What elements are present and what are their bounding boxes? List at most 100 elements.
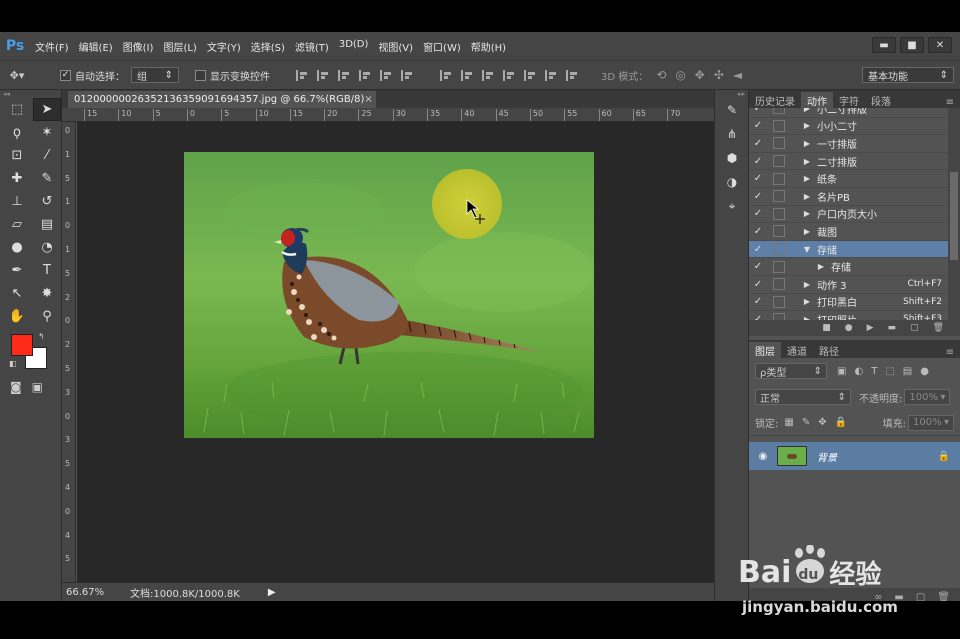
panel-menu-icon[interactable]: ≡: [946, 97, 960, 108]
brush-settings-icon[interactable]: ⋔: [715, 122, 749, 146]
expand-right-icon[interactable]: ▶: [801, 209, 813, 218]
menu-item-8[interactable]: 视图(V): [373, 39, 418, 54]
action-enabled-check-icon[interactable]: ✓: [749, 296, 767, 307]
filter-shape-icon[interactable]: ⬚: [885, 366, 894, 377]
action-dialog-toggle[interactable]: [773, 190, 785, 203]
tab-character[interactable]: 字符: [833, 92, 865, 108]
action-row[interactable]: ✓ ▶ 户口内页大小: [749, 205, 948, 224]
menu-item-3[interactable]: 图层(L): [158, 39, 201, 54]
type-tool-icon[interactable]: T: [33, 259, 61, 282]
action-dialog-toggle[interactable]: [773, 313, 785, 320]
brush-tool-icon[interactable]: ✎: [33, 167, 61, 190]
shape-tool-icon[interactable]: ✸: [33, 282, 61, 305]
distribute-vcenter-icon[interactable]: [461, 69, 474, 81]
properties-icon[interactable]: ⌖: [715, 194, 749, 218]
pen-tool-icon[interactable]: ✒: [3, 259, 31, 282]
action-enabled-check-icon[interactable]: ✓: [749, 108, 767, 114]
minimize-button[interactable]: ▬: [872, 37, 896, 53]
move-tool-icon[interactable]: ➤: [33, 98, 61, 121]
move-tool-preset-icon[interactable]: ✥▾: [0, 65, 34, 85]
scale-3d-icon[interactable]: ◄: [733, 68, 742, 82]
tab-actions[interactable]: 动作: [801, 92, 833, 108]
layer-row-background[interactable]: ◉ 背景 🔒: [749, 442, 960, 470]
gradient-tool-icon[interactable]: ▤: [33, 213, 61, 236]
filter-adjust-icon[interactable]: ◐: [854, 366, 863, 377]
document-image[interactable]: [184, 152, 594, 438]
distribute-right-icon[interactable]: [545, 69, 558, 81]
new-set-icon[interactable]: ▬: [888, 323, 897, 333]
align-hcenter-icon[interactable]: [380, 69, 393, 81]
tab-close-icon[interactable]: ×: [364, 94, 372, 105]
eraser-tool-icon[interactable]: ▱: [3, 213, 31, 236]
action-enabled-check-icon[interactable]: ✓: [749, 156, 767, 167]
action-dialog-toggle[interactable]: [773, 172, 785, 185]
stop-icon[interactable]: ■: [822, 323, 831, 333]
distribute-hcenter-icon[interactable]: [524, 69, 537, 81]
action-row[interactable]: ✓ ▶ 动作 3 Ctrl+F7: [749, 275, 948, 294]
action-row[interactable]: ✓ ▶ 打印黑白 Shift+F2: [749, 293, 948, 312]
canvas-area[interactable]: [77, 122, 714, 582]
align-bottom-icon[interactable]: [338, 69, 351, 81]
marquee-tool-icon[interactable]: ⬚: [3, 98, 31, 121]
align-top-icon[interactable]: [296, 69, 309, 81]
maximize-button[interactable]: ■: [900, 37, 924, 53]
action-enabled-check-icon[interactable]: ✓: [749, 120, 767, 131]
distribute-bottom-icon[interactable]: [482, 69, 495, 81]
action-row[interactable]: ✓ ▶ 一寸排版: [749, 135, 948, 153]
action-row[interactable]: ✓ ▼ 存储: [749, 240, 948, 259]
action-row[interactable]: ✓ ▶ 纸条: [749, 170, 948, 188]
action-row[interactable]: ✓ ▶ 小小二寸: [749, 117, 948, 136]
tab-history[interactable]: 历史记录: [749, 92, 801, 108]
default-colors-icon[interactable]: ◧: [9, 359, 17, 368]
filter-toggle-icon[interactable]: ●: [920, 366, 929, 377]
magic-wand-tool-icon[interactable]: ✶: [33, 121, 61, 144]
action-dialog-toggle[interactable]: [773, 225, 785, 238]
menu-item-2[interactable]: 图像(I): [118, 39, 159, 54]
menu-item-5[interactable]: 选择(S): [246, 39, 290, 54]
distribute-top-icon[interactable]: [440, 69, 453, 81]
align-right-icon[interactable]: [401, 69, 414, 81]
expand-down-icon[interactable]: ▼: [801, 245, 813, 254]
fill-input[interactable]: 100% ▾: [908, 414, 954, 431]
action-dialog-toggle[interactable]: [773, 119, 785, 132]
zoom-level[interactable]: 66.67%: [62, 587, 122, 598]
auto-select-checkbox[interactable]: ✓ 自动选择：: [60, 68, 125, 83]
action-row[interactable]: ✓ ▶ 小二寸排版: [749, 108, 948, 118]
lock-position-icon[interactable]: ✥: [818, 417, 826, 428]
expand-right-icon[interactable]: ▶: [801, 280, 813, 289]
expand-right-icon[interactable]: ▶: [801, 297, 813, 306]
distribute-left-icon[interactable]: [503, 69, 516, 81]
dock-collapse-icon[interactable]: ▸▸: [715, 90, 748, 98]
action-dialog-toggle[interactable]: [773, 243, 785, 256]
filter-smart-icon[interactable]: ▤: [903, 366, 912, 377]
action-row[interactable]: ✓ ▶ 名片PB: [749, 187, 948, 206]
status-menu-arrow-icon[interactable]: ▶: [268, 587, 276, 598]
expand-right-icon[interactable]: ▶: [801, 121, 813, 130]
screen-mode-icon[interactable]: ▣: [32, 380, 43, 394]
close-button[interactable]: ✕: [928, 37, 952, 53]
expand-right-icon[interactable]: ▶: [801, 108, 813, 113]
action-enabled-check-icon[interactable]: ✓: [749, 226, 767, 237]
expand-right-icon[interactable]: ▶: [801, 227, 813, 236]
clone-stamp-tool-icon[interactable]: ⊥: [3, 190, 31, 213]
expand-right-icon[interactable]: ▶: [801, 192, 813, 201]
tab-layers[interactable]: 图层: [749, 342, 781, 358]
tab-paths[interactable]: 路径: [813, 342, 845, 358]
show-transform-checkbox[interactable]: 显示变换控件: [195, 68, 270, 83]
roll-3d-icon[interactable]: ◎: [675, 68, 685, 82]
align-left-icon[interactable]: [359, 69, 372, 81]
zoom-tool-icon[interactable]: ⚲: [33, 305, 61, 328]
action-row[interactable]: ✓ ▶ 裁图: [749, 223, 948, 241]
play-icon[interactable]: ▶: [867, 323, 874, 333]
blur-tool-icon[interactable]: ●: [3, 236, 31, 259]
quick-mask-icon[interactable]: ◙: [10, 380, 22, 394]
action-row[interactable]: ✓ ▶ 存储: [749, 258, 948, 276]
menu-item-6[interactable]: 滤镜(T): [290, 39, 334, 54]
menu-item-10[interactable]: 帮助(H): [466, 39, 511, 54]
menu-item-4[interactable]: 文字(Y): [202, 39, 246, 54]
menu-item-9[interactable]: 窗口(W): [418, 39, 466, 54]
document-tab[interactable]: 012000000263521363590916943​57.jpg @ 66.…: [68, 91, 376, 108]
crop-tool-icon[interactable]: ⊡: [3, 144, 31, 167]
layer-filter-dropdown[interactable]: ρ类型 ⇕: [755, 363, 827, 379]
expand-right-icon[interactable]: ▶: [801, 139, 813, 148]
